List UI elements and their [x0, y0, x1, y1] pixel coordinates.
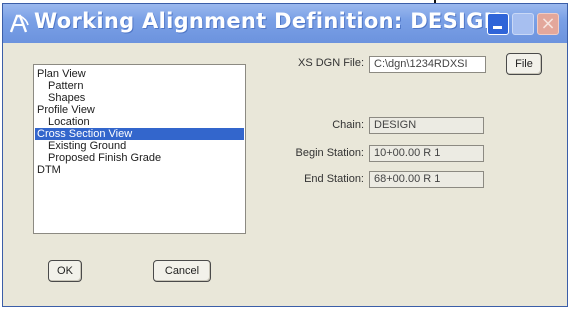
end-station-label: End Station:	[304, 173, 364, 185]
begin-station-label: Begin Station:	[295, 147, 365, 159]
list-item-location[interactable]: Location	[35, 116, 244, 128]
begin-station-field: 10+00.00 R 1	[369, 145, 484, 162]
ok-button[interactable]: OK	[48, 260, 82, 282]
list-item-shapes[interactable]: Shapes	[35, 92, 244, 104]
window-title: Working Alignment Definition: DESIGN	[34, 9, 502, 33]
list-item-profile-view[interactable]: Profile View	[35, 104, 244, 116]
xs-dgn-file-field[interactable]: C:\dgn\1234RDXSI	[369, 56, 486, 73]
title-bar[interactable]: Working Alignment Definition: DESIGN ×	[3, 4, 567, 43]
list-item-cross-section-view[interactable]: Cross Section View	[35, 128, 244, 140]
list-item-proposed-finish-grade[interactable]: Proposed Finish Grade	[35, 152, 244, 164]
list-item-plan-view[interactable]: Plan View	[35, 68, 244, 80]
chain-field: DESIGN	[369, 117, 484, 134]
dialog-window: Working Alignment Definition: DESIGN × P…	[2, 3, 568, 307]
xs-dgn-file-label: XS DGN File:	[297, 57, 364, 69]
close-button[interactable]: ×	[537, 13, 559, 35]
list-item-existing-ground[interactable]: Existing Ground	[35, 140, 244, 152]
list-item-pattern[interactable]: Pattern	[35, 80, 244, 92]
end-station-field: 68+00.00 R 1	[369, 171, 484, 188]
chain-label: Chain:	[332, 119, 364, 131]
close-icon: ×	[540, 13, 556, 34]
list-item-dtm[interactable]: DTM	[35, 164, 244, 176]
app-icon	[9, 14, 29, 33]
maximize-button[interactable]	[512, 13, 534, 35]
view-tree-list[interactable]: Plan View Pattern Shapes Profile View Lo…	[33, 64, 246, 234]
minimize-button[interactable]	[487, 13, 509, 35]
cancel-button[interactable]: Cancel	[153, 260, 211, 282]
file-button[interactable]: File	[506, 53, 542, 75]
